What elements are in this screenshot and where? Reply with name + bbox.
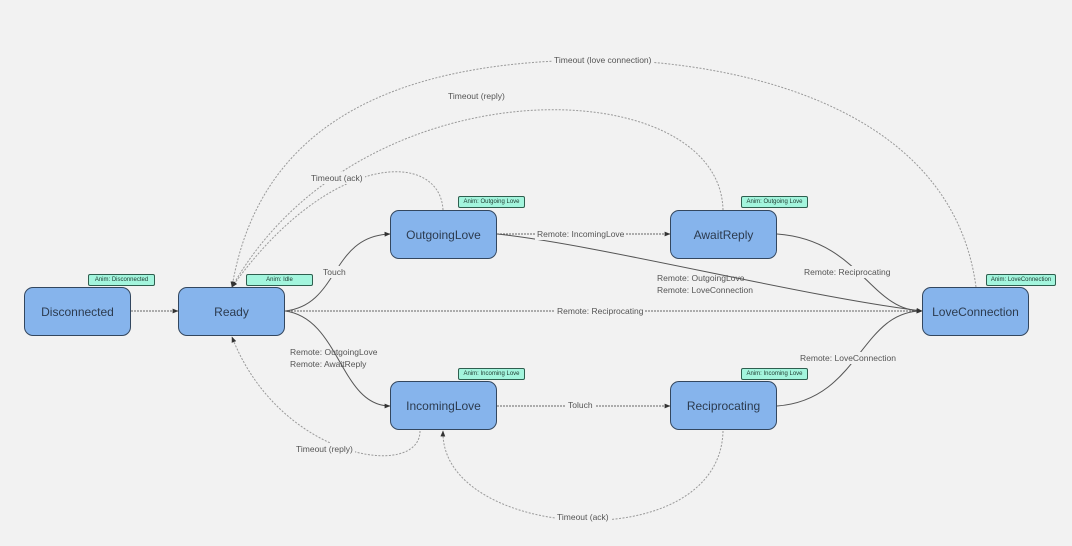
state-outgoinglove[interactable]: OutgoingLove [390,210,497,259]
edge-label-line: Remote: AwaitReply [290,359,367,369]
state-ready[interactable]: Ready [178,287,285,336]
anim-tag-outgoinglove: Anim: Outgoing Love [458,196,525,208]
edge-label-incominglove-reciprocating: Toluch [566,399,595,411]
edge-label-line: Remote: OutgoingLove [290,347,378,357]
anim-tag-ready: Anim: Idle [246,274,313,286]
state-label: Ready [214,304,249,319]
anim-tag-incominglove: Anim: Incoming Love [458,368,525,380]
state-diagram-canvas [131,59,977,521]
edge-label-timeout-ack-reciprocating: Timeout (ack) [555,511,611,523]
edge-label-outgoinglove-awaitreply: Remote: IncomingLove [535,228,627,240]
state-awaitreply[interactable]: AwaitReply [670,210,777,259]
edge-label-timeout-loveconnection: Timeout (love connection) [552,54,654,66]
edge-label-reciprocating-loveconnection: Remote: LoveConnection [798,352,898,364]
edge-label-timeout-reply-await: Timeout (reply) [446,90,507,102]
edge-label-outgoinglove-loveconnection: Remote: OutgoingLove Remote: LoveConnect… [655,272,755,296]
state-label: Reciprocating [686,398,761,413]
state-label: AwaitReply [693,227,754,242]
edge-label-line: Remote: LoveConnection [657,285,753,295]
state-label: Disconnected [41,304,114,319]
edge-label-awaitreply-loveconnection: Remote: Reciprocating [802,266,893,278]
anim-tag-awaitreply: Anim: Outgoing Love [741,196,808,208]
edge-reciprocating-incominglove-timeout[interactable] [440,430,724,521]
state-disconnected[interactable]: Disconnected [24,287,131,336]
edge-label-ready-loveconnection: Remote: Reciprocating [555,305,646,317]
state-reciprocating[interactable]: Reciprocating [670,381,777,430]
edge-label-line: Remote: OutgoingLove [657,273,745,283]
edge-label-ready-incominglove: Remote: OutgoingLove Remote: AwaitReply [288,346,379,370]
anim-tag-loveconnection: Anim: LoveConnection [986,274,1056,286]
edge-label-touch: Touch [321,266,348,278]
edge-label-timeout-ack-outgoing: Timeout (ack) [309,172,365,184]
edge-label-timeout-reply-incoming: Timeout (reply) [294,443,355,455]
state-label: LoveConnection [932,304,1019,319]
state-label: IncomingLove [406,398,481,413]
state-label: OutgoingLove [406,227,481,242]
state-incominglove[interactable]: IncomingLove [390,381,497,430]
anim-tag-disconnected: Anim: Disconnected [88,274,155,286]
anim-tag-reciprocating: Anim: Incoming Love [741,368,808,380]
state-loveconnection[interactable]: LoveConnection [922,287,1029,336]
